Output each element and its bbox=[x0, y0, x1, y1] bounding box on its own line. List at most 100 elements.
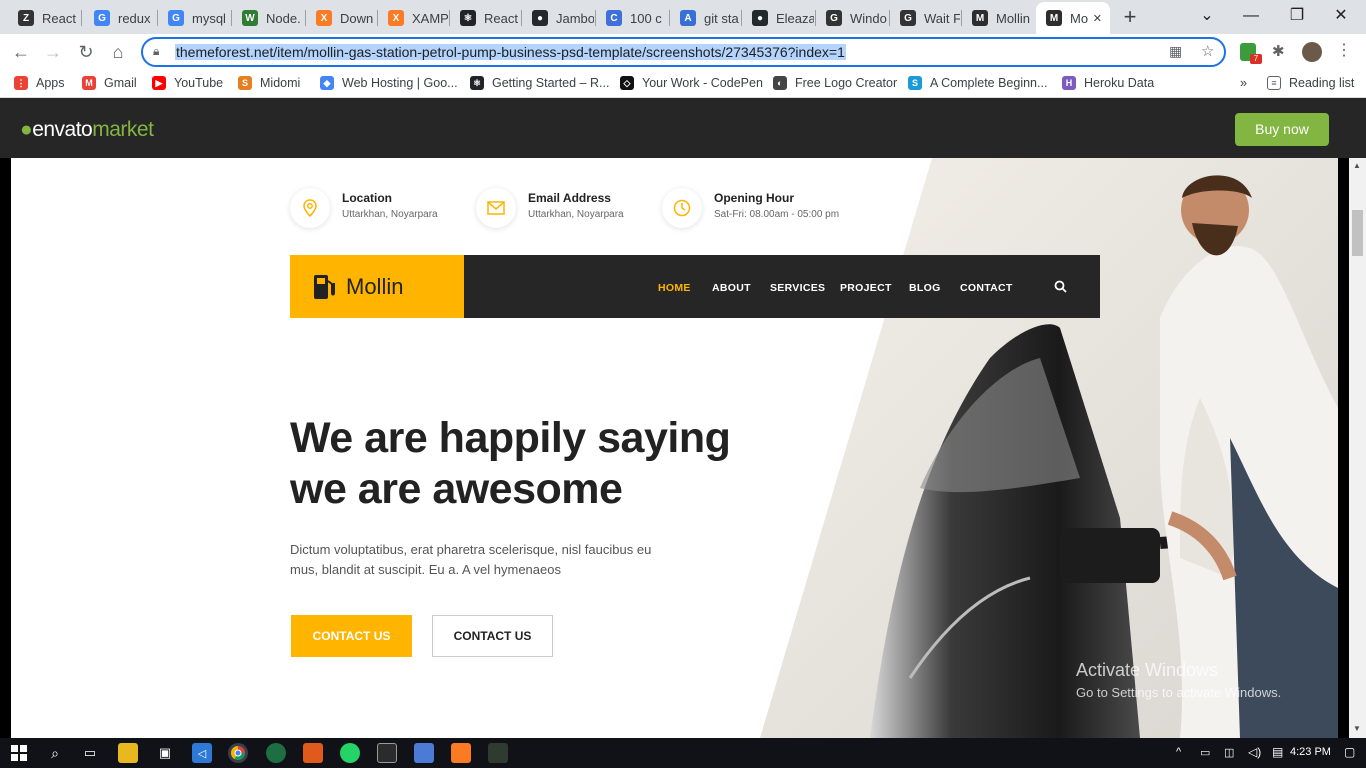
info-title: Email Address bbox=[528, 191, 611, 205]
browser-tab[interactable]: G Windo bbox=[816, 4, 888, 32]
postman-icon[interactable] bbox=[303, 743, 323, 763]
bookmark-item[interactable]: ◐ Free Logo Creator bbox=[773, 76, 897, 90]
site-logo[interactable]: Mollin bbox=[290, 255, 464, 318]
leaf-icon: ● bbox=[20, 118, 33, 141]
bookmark-label: A Complete Beginn... bbox=[930, 76, 1048, 90]
z-icon: Z bbox=[18, 10, 34, 26]
scrollbar-thumb[interactable] bbox=[1352, 210, 1363, 256]
tray-chevron-icon[interactable]: ^ bbox=[1176, 746, 1181, 758]
browser-tab[interactable]: C 100 c bbox=[596, 4, 668, 32]
nav-home[interactable]: HOME bbox=[658, 282, 691, 294]
keyboard-icon[interactable]: ▤ bbox=[1272, 745, 1283, 759]
hero-description: Dictum voluptatibus, erat pharetra scele… bbox=[290, 542, 652, 577]
browser-tab[interactable]: ● Jambo bbox=[522, 4, 594, 32]
envato-logo[interactable]: ●envatomarket bbox=[20, 118, 154, 142]
browser-tab[interactable]: G Wait F bbox=[890, 4, 960, 32]
scrollbar[interactable]: ▲ ▼ bbox=[1349, 158, 1366, 738]
chrome-icon[interactable] bbox=[228, 743, 248, 763]
preview-viewport: ▲ ▼ Location Uttarkhan, Noyarpara Email … bbox=[0, 158, 1366, 738]
envelope-icon bbox=[476, 188, 516, 228]
more-bookmarks-button[interactable]: » bbox=[1240, 76, 1247, 90]
bookmark-item[interactable]: S A Complete Beginn... bbox=[908, 76, 1047, 90]
home-icon[interactable]: ⌂ bbox=[105, 39, 131, 65]
windows-start-icon[interactable] bbox=[9, 743, 29, 763]
codepen-icon: ◇ bbox=[620, 76, 634, 90]
xampp-icon: X bbox=[316, 10, 332, 26]
browser-tab[interactable]: Z React bbox=[8, 4, 80, 32]
scroll-up-arrow[interactable]: ▲ bbox=[1353, 161, 1361, 170]
nav-services[interactable]: SERVICES bbox=[770, 282, 825, 294]
vscode-icon[interactable]: ◁ bbox=[192, 743, 212, 763]
maximize-button[interactable]: ❐ bbox=[1282, 4, 1312, 28]
app-green-icon[interactable] bbox=[488, 743, 508, 763]
task-view-icon[interactable]: ▭ bbox=[80, 743, 100, 763]
browser-tab[interactable]: M Mo ✕ bbox=[1036, 2, 1110, 34]
qr-code-icon[interactable]: ▦ bbox=[1169, 43, 1182, 60]
forward-icon[interactable]: → bbox=[40, 39, 66, 65]
browser-tab[interactable]: Gredux bbox=[84, 4, 156, 32]
reload-icon[interactable]: ↻ bbox=[73, 39, 99, 65]
system-clock[interactable]: 4:23 PM bbox=[1290, 746, 1331, 758]
search-icon[interactable] bbox=[1054, 280, 1067, 293]
contact-us-secondary-button[interactable]: CONTACT US bbox=[432, 615, 553, 657]
xampp-taskbar-icon[interactable] bbox=[451, 743, 471, 763]
browser-tab[interactable]: ⚛ React bbox=[450, 4, 520, 32]
nav-contact[interactable]: CONTACT bbox=[960, 282, 1013, 294]
tab-label: Jambo bbox=[556, 10, 594, 26]
minimize-button[interactable]: — bbox=[1236, 4, 1266, 28]
bookmark-star-icon[interactable]: ☆ bbox=[1201, 42, 1214, 60]
browser-tab[interactable]: X Down bbox=[306, 4, 376, 32]
store-icon[interactable]: ▣ bbox=[155, 743, 175, 763]
search-taskbar-icon[interactable]: ⌕ bbox=[45, 743, 65, 763]
volume-icon[interactable]: ◁) bbox=[1248, 745, 1261, 759]
nav-blog[interactable]: BLOG bbox=[909, 282, 941, 294]
puzzle-icon[interactable]: ✱ bbox=[1272, 42, 1285, 60]
file-explorer-icon[interactable] bbox=[118, 743, 138, 763]
profile-avatar[interactable] bbox=[1302, 42, 1322, 62]
xampp-icon: X bbox=[388, 10, 404, 26]
nav-about[interactable]: ABOUT bbox=[712, 282, 751, 294]
browser-tab[interactable]: W Node. bbox=[232, 4, 304, 32]
browser-tab[interactable]: Agit sta bbox=[670, 4, 740, 32]
close-window-button[interactable]: ✕ bbox=[1326, 4, 1356, 28]
tab-label: React bbox=[42, 10, 76, 26]
tab-search-icon[interactable]: ⌄ bbox=[1192, 4, 1222, 28]
react-icon: ⚛ bbox=[460, 10, 476, 26]
menu-kebab-icon[interactable]: ⋮ bbox=[1336, 40, 1352, 60]
contact-us-primary-button[interactable]: CONTACT US bbox=[291, 615, 412, 657]
bookmark-item[interactable]: M Gmail bbox=[82, 76, 137, 90]
browser-tab[interactable]: ● Eleaza bbox=[742, 4, 814, 32]
url-text[interactable]: themeforest.net/item/mollin-gas-station-… bbox=[175, 44, 846, 60]
browser-tab[interactable]: X XAMP bbox=[378, 4, 448, 32]
terminal-icon[interactable] bbox=[377, 743, 397, 763]
bookmark-label: YouTube bbox=[174, 76, 224, 90]
bookmark-item[interactable]: ◆ Web Hosting | Goo... bbox=[320, 76, 458, 90]
close-tab-icon[interactable]: ✕ bbox=[1093, 12, 1102, 25]
bookmark-item[interactable]: ⚛ Getting Started – R... bbox=[470, 76, 609, 90]
network-icon[interactable]: ◫ bbox=[1224, 746, 1234, 759]
info-subtitle: Sat-Fri: 08.00am - 05:00 pm bbox=[714, 209, 840, 220]
mollin-icon: M bbox=[1046, 10, 1062, 26]
address-bar[interactable]: 🔒︎ themeforest.net/item/mollin-gas-stati… bbox=[141, 37, 1226, 67]
whatsapp-icon[interactable] bbox=[340, 743, 360, 763]
buy-now-button[interactable]: Buy now bbox=[1235, 113, 1329, 146]
nav-project[interactable]: PROJECT bbox=[840, 282, 892, 294]
notification-icon[interactable]: ▢ bbox=[1344, 745, 1355, 759]
bookmark-item[interactable]: S Midomi bbox=[238, 76, 300, 90]
bookmark-label: Web Hosting | Goo... bbox=[342, 76, 458, 90]
browser-tab[interactable]: Gmysql bbox=[158, 4, 230, 32]
back-icon[interactable]: ← bbox=[8, 39, 34, 65]
bookmark-item[interactable]: ◇ Your Work - CodePen bbox=[620, 76, 763, 90]
reading-list-button[interactable]: ≡ Reading list bbox=[1267, 76, 1354, 90]
app-cube-icon[interactable] bbox=[414, 743, 434, 763]
scroll-down-arrow[interactable]: ▼ bbox=[1353, 724, 1361, 733]
browser-toolbar: ← → ↻ ⌂ 🔒︎ themeforest.net/item/mollin-g… bbox=[0, 34, 1366, 70]
bookmark-item[interactable]: H Heroku Data bbox=[1062, 76, 1154, 90]
bookmark-item[interactable]: ⋮ Apps bbox=[14, 76, 65, 90]
hero-headline: We are happily saying we are awesome bbox=[290, 413, 810, 515]
app-icon[interactable] bbox=[266, 743, 286, 763]
tab-label: Windo bbox=[850, 10, 887, 26]
bookmark-item[interactable]: ▶ YouTube bbox=[152, 76, 223, 90]
browser-tab[interactable]: M Mollin bbox=[962, 4, 1034, 32]
new-tab-button[interactable]: + bbox=[1118, 6, 1142, 30]
